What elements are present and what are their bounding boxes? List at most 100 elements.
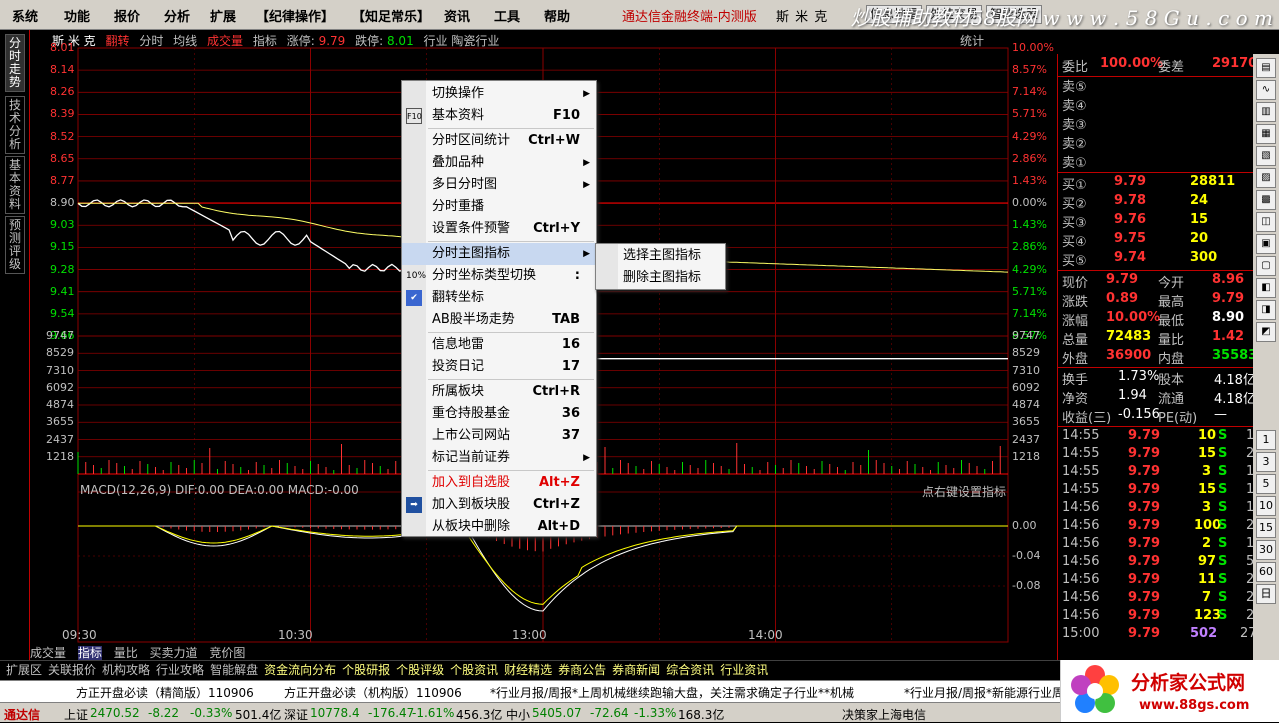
volume-tick: 7310 bbox=[46, 363, 74, 377]
quote-row: 现价 9.79 今开 8.96 bbox=[1062, 272, 1252, 291]
menu-analysis[interactable]: 分析 bbox=[164, 6, 190, 25]
menu-content[interactable]: 【知足常乐】 bbox=[352, 6, 430, 25]
trade-side: S bbox=[1218, 500, 1228, 515]
tool-icon[interactable]: ▧ bbox=[1256, 146, 1276, 166]
menu-item[interactable]: 所属板块 Ctrl+R bbox=[402, 381, 596, 403]
tab-intraday[interactable]: 分时走势 bbox=[5, 34, 25, 92]
tool-icon[interactable]: ∿ bbox=[1256, 80, 1276, 100]
period-button[interactable]: 15 bbox=[1256, 518, 1276, 538]
menu-info[interactable]: 资讯 bbox=[444, 6, 470, 25]
menu-item[interactable]: 多日分时图 ▶ bbox=[402, 174, 596, 196]
menu-help[interactable]: 帮助 bbox=[544, 6, 570, 25]
tool-icon[interactable]: ▥ bbox=[1256, 102, 1276, 122]
taskbar-item[interactable]: 行业资讯 bbox=[720, 663, 768, 677]
menu-item[interactable]: 切换操作 ▶ bbox=[402, 83, 596, 105]
taskbar-item[interactable]: 扩展区 bbox=[6, 663, 42, 677]
menu-item[interactable]: 分时区间统计 Ctrl+W bbox=[402, 130, 596, 152]
tab-forecast[interactable]: 预测评级 bbox=[5, 216, 25, 274]
period-button[interactable]: 5 bbox=[1256, 474, 1276, 494]
menu-item[interactable]: 上市公司网站 37 bbox=[402, 425, 596, 447]
menu-function[interactable]: 功能 bbox=[64, 6, 90, 25]
menu-item[interactable]: 10% 分时坐标类型切换: bbox=[402, 265, 596, 287]
taskbar-item[interactable]: 个股评级 bbox=[396, 663, 444, 677]
menu-item[interactable]: ➡ 加入到板块股 Ctrl+Z bbox=[402, 494, 596, 516]
menu-item[interactable]: 设置条件预警 Ctrl+Y bbox=[402, 218, 596, 240]
volume-tick-right: 9747 bbox=[1012, 329, 1040, 342]
volume-tick: 9747 bbox=[46, 329, 74, 342]
macd-settings-tip[interactable]: 点右键设置指标 bbox=[922, 483, 1006, 500]
menu-item[interactable]: AB股半场走势 TAB bbox=[402, 309, 596, 331]
tool-icon[interactable]: ◫ bbox=[1256, 212, 1276, 232]
period-button[interactable]: 日 bbox=[1256, 584, 1276, 604]
tool-icon[interactable]: ▢ bbox=[1256, 256, 1276, 276]
period-button[interactable]: 1 bbox=[1256, 430, 1276, 450]
tool-icon[interactable]: ▦ bbox=[1256, 124, 1276, 144]
tool-icon[interactable]: ▩ bbox=[1256, 190, 1276, 210]
sh-index[interactable]: 2470.52 bbox=[90, 706, 140, 720]
taskbar-item[interactable]: 资金流向分布 bbox=[264, 663, 336, 677]
btab-volume[interactable]: 成交量 bbox=[30, 646, 66, 660]
menu-item[interactable]: 加入到自选股 Alt+Z bbox=[402, 472, 596, 494]
taskbar-item[interactable]: 机构攻略 bbox=[102, 663, 150, 677]
trade-price: 9.79 bbox=[1128, 464, 1161, 479]
menu-item[interactable]: 投资日记 17 bbox=[402, 356, 596, 378]
menu-extend[interactable]: 扩展 bbox=[210, 6, 236, 25]
tool-icon[interactable]: ▣ bbox=[1256, 234, 1276, 254]
taskbar-item[interactable]: 综合资讯 bbox=[666, 663, 714, 677]
tool-icon[interactable]: ◩ bbox=[1256, 322, 1276, 342]
menu-item[interactable]: 分时主图指标 ▶ bbox=[402, 243, 596, 265]
taskbar-item[interactable]: 个股资讯 bbox=[450, 663, 498, 677]
btab-buy-sell-power[interactable]: 买卖力道 bbox=[150, 646, 198, 660]
btab-volume-ratio[interactable]: 量比 bbox=[114, 646, 138, 660]
period-button[interactable]: 30 bbox=[1256, 540, 1276, 560]
tool-icon[interactable]: ◨ bbox=[1256, 300, 1276, 320]
header-indicator[interactable]: 指标 bbox=[253, 34, 277, 48]
taskbar-item[interactable]: 行业攻略 bbox=[156, 663, 204, 677]
period-button[interactable]: 10 bbox=[1256, 496, 1276, 516]
period-button[interactable]: 3 bbox=[1256, 452, 1276, 472]
menu-item-shortcut: : bbox=[574, 268, 580, 283]
taskbar-item[interactable]: 券商公告 bbox=[558, 663, 606, 677]
sz-index[interactable]: 10778.4 bbox=[310, 706, 360, 720]
tab-technical[interactable]: 技术分析 bbox=[5, 96, 25, 154]
buy-price: 9.79 bbox=[1114, 174, 1147, 189]
header-volume[interactable]: 成交量 bbox=[207, 34, 243, 48]
taskbar-item[interactable]: 关联报价 bbox=[48, 663, 96, 677]
quote-row: 外盘 36900 内盘 35583 bbox=[1062, 348, 1257, 367]
btab-auction[interactable]: 竞价图 bbox=[209, 646, 245, 660]
select-main-indicator-item[interactable]: 选择主图指标 bbox=[596, 245, 725, 267]
menu-item[interactable]: 从板块中删除 Alt+D bbox=[402, 516, 596, 538]
zx-index[interactable]: 5405.07 bbox=[532, 706, 582, 720]
ticker-item[interactable]: *行业月报/周报*新能源行业周报 bbox=[904, 684, 1076, 701]
tool-icon[interactable]: ▤ bbox=[1256, 58, 1276, 78]
period-button[interactable]: 60 bbox=[1256, 562, 1276, 582]
taskbar-item[interactable]: 个股研报 bbox=[342, 663, 390, 677]
menu-item[interactable]: 分时重播 bbox=[402, 196, 596, 218]
tool-icon[interactable]: ▨ bbox=[1256, 168, 1276, 188]
ticker-item[interactable]: 方正开盘必读（机构版）110906 bbox=[284, 684, 462, 701]
menu-system[interactable]: 系统 bbox=[12, 6, 38, 25]
tab-fundamentals[interactable]: 基本资料 bbox=[5, 156, 25, 214]
taskbar-item[interactable]: 券商新闻 bbox=[612, 663, 660, 677]
ticker-item[interactable]: 方正开盘必读（精简版）110906 bbox=[76, 684, 254, 701]
delete-main-indicator-item[interactable]: 删除主图指标 bbox=[596, 267, 725, 289]
menu-discipline[interactable]: 【纪律操作】 bbox=[256, 6, 334, 25]
stat-button[interactable]: 统计 bbox=[960, 32, 984, 49]
header-avg[interactable]: 均线 bbox=[173, 34, 197, 48]
menu-item[interactable]: 标记当前证券 ▶ bbox=[402, 447, 596, 469]
menu-item[interactable]: ✔ 翻转坐标 bbox=[402, 287, 596, 309]
taskbar-item[interactable]: 财经精选 bbox=[504, 663, 552, 677]
menu-quote[interactable]: 报价 bbox=[114, 6, 140, 25]
header-intraday[interactable]: 分时 bbox=[139, 34, 163, 48]
menu-item[interactable]: 叠加品种 ▶ bbox=[402, 152, 596, 174]
tool-icon[interactable]: ◧ bbox=[1256, 278, 1276, 298]
menu-item[interactable]: 信息地雷 16 bbox=[402, 334, 596, 356]
menu-item-shortcut: 36 bbox=[561, 406, 580, 421]
menu-tools[interactable]: 工具 bbox=[494, 6, 520, 25]
btab-indicator[interactable]: 指标 bbox=[77, 646, 102, 660]
menu-item[interactable]: 重仓持股基金 36 bbox=[402, 403, 596, 425]
ticker-item[interactable]: *行业月报/周报*上周机械继续跑输大盘，关注需求确定子行业**机械 bbox=[490, 684, 854, 701]
quote-row: 收益(三) -0.156 PE(动) — bbox=[1062, 407, 1252, 426]
menu-item[interactable]: F10 基本资料 F10 bbox=[402, 105, 596, 127]
taskbar-item[interactable]: 智能解盘 bbox=[210, 663, 258, 677]
